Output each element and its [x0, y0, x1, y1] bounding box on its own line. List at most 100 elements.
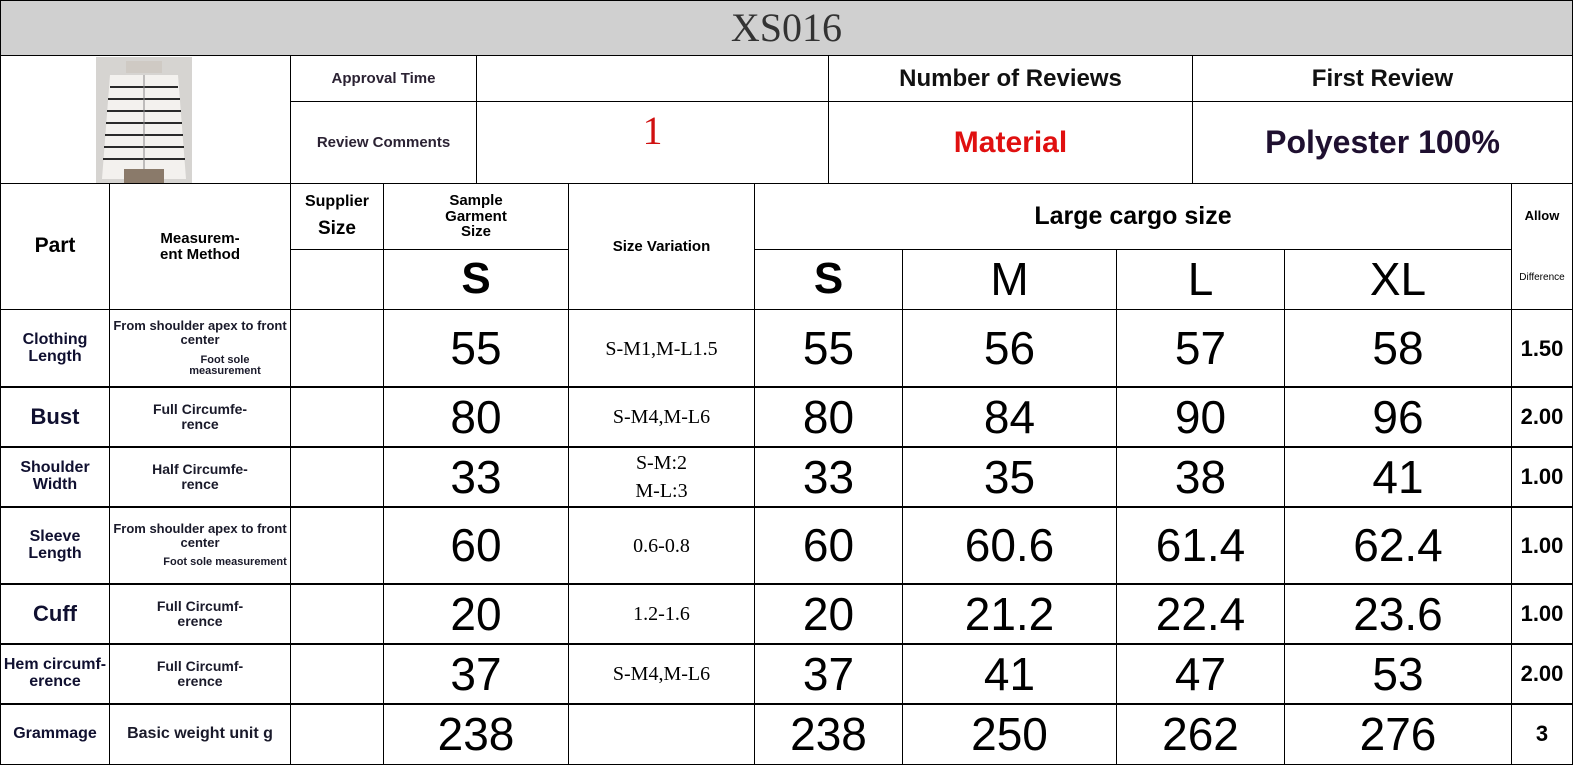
header-large-cargo-size: Large cargo size: [754, 183, 1512, 250]
header-supplier-size: Size: [317, 217, 357, 239]
row-value-s: 238: [754, 703, 903, 765]
row-supplier-size: [290, 506, 384, 585]
row-allow-difference: 1.00: [1511, 446, 1573, 508]
row-value-s: 80: [754, 386, 903, 448]
row-value-s: 33: [754, 446, 903, 508]
row-size-variation: S-M4,M-L6: [568, 386, 755, 448]
row-value-sample: 238: [383, 703, 569, 765]
row-method: From shoulder apex to front center Foot s…: [109, 506, 291, 585]
row-value-l: 262: [1116, 703, 1285, 765]
row-value-l: 38: [1116, 446, 1285, 508]
row-value-s: 37: [754, 643, 903, 705]
row-value-xl: 62.4: [1284, 506, 1512, 585]
first-review-label: First Review: [1192, 55, 1573, 102]
row-part: Grammage: [0, 703, 110, 765]
row-method-note: Foot sole measurement: [163, 556, 287, 569]
header-size-s: S: [754, 249, 903, 310]
row-part: Cuff: [0, 583, 110, 645]
product-photo: [96, 57, 192, 183]
row-value-sample: 60: [383, 506, 569, 585]
row-method-note: Foot sole measurement: [189, 353, 261, 378]
row-value-xl: 53: [1284, 643, 1512, 705]
row-value-m: 84: [902, 386, 1117, 448]
sheet-title: XS016: [0, 0, 1573, 56]
row-allow-difference: 2.00: [1511, 643, 1573, 705]
row-allow-difference: 1.00: [1511, 583, 1573, 645]
row-allow-difference: 1.50: [1511, 309, 1573, 388]
row-value-xl: 276: [1284, 703, 1512, 765]
review-comments-value: 1: [476, 101, 829, 184]
row-supplier-size: [290, 386, 384, 448]
row-method: Full Circumf- erence: [109, 643, 291, 705]
row-method: Basic weight unit g: [109, 703, 291, 765]
row-value-sample: 37: [383, 643, 569, 705]
row-value-m: 35: [902, 446, 1117, 508]
row-size-variation: 0.6-0.8: [568, 506, 755, 585]
row-value-m: 56: [902, 309, 1117, 388]
header-size-l: L: [1116, 249, 1285, 310]
row-supplier-size: [290, 703, 384, 765]
header-difference: Difference: [1519, 272, 1565, 284]
row-method-text: From shoulder apex to front center: [113, 521, 287, 550]
row-value-sample: 55: [383, 309, 569, 388]
row-value-xl: 58: [1284, 309, 1512, 388]
row-method-text: From shoulder apex to front center: [113, 318, 287, 347]
row-part: Sleeve Length: [0, 506, 110, 585]
row-size-variation: S-M4,M-L6: [568, 643, 755, 705]
row-size-variation: S-M1,M-L1.5: [568, 309, 755, 388]
row-part: Hem circumf- erence: [0, 643, 110, 705]
review-comments-label: Review Comments: [290, 101, 477, 184]
row-supplier-size: [290, 583, 384, 645]
row-value-sample: 33: [383, 446, 569, 508]
number-of-reviews-label: Number of Reviews: [828, 55, 1193, 102]
row-size-variation: 1.2-1.6: [568, 583, 755, 645]
header-part: Part: [0, 183, 110, 310]
row-supplier-size: [290, 643, 384, 705]
header-size-variation: Size Variation: [568, 183, 755, 310]
row-method: From shoulder apex to front center Foot s…: [109, 309, 291, 388]
approval-time-label: Approval Time: [290, 55, 477, 102]
row-value-s: 60: [754, 506, 903, 585]
row-method-text: Full Circumf- erence: [156, 598, 244, 629]
row-method-text: Full Circumf- erence: [156, 658, 244, 689]
product-photo-cell: [0, 55, 291, 184]
material-label: Material: [828, 101, 1193, 184]
row-value-l: 22.4: [1116, 583, 1285, 645]
row-method-text: Half Circumfe- rence: [152, 461, 248, 492]
row-value-l: 57: [1116, 309, 1285, 388]
row-allow-difference: 3: [1511, 703, 1573, 765]
row-value-l: 90: [1116, 386, 1285, 448]
row-value-s: 20: [754, 583, 903, 645]
row-method: Full Circumf- erence: [109, 583, 291, 645]
row-part: Clothing Length: [0, 309, 110, 388]
row-value-sample: 80: [383, 386, 569, 448]
material-value: Polyester 100%: [1192, 101, 1573, 184]
row-allow-difference: 2.00: [1511, 386, 1573, 448]
row-supplier-size: [290, 309, 384, 388]
row-value-l: 47: [1116, 643, 1285, 705]
row-method: Full Circumfe- rence: [109, 386, 291, 448]
row-supplier-size: [290, 446, 384, 508]
row-allow-difference: 1.00: [1511, 506, 1573, 585]
approval-time-value: [476, 55, 829, 102]
supplier-size-blank: [290, 249, 384, 310]
row-size-variation: S-M:2 M-L:3: [568, 446, 755, 508]
row-value-xl: 23.6: [1284, 583, 1512, 645]
header-supplier: Supplier: [304, 193, 369, 211]
row-method-text: Full Circumfe- rence: [152, 401, 248, 432]
row-value-sample: 20: [383, 583, 569, 645]
header-size-xl: XL: [1284, 249, 1512, 310]
row-part: Bust: [0, 386, 110, 448]
row-size-variation: [568, 703, 755, 765]
row-value-s: 55: [754, 309, 903, 388]
header-method: Measurem- ent Method: [109, 183, 291, 310]
row-method: Half Circumfe- rence: [109, 446, 291, 508]
header-size-m: M: [902, 249, 1117, 310]
row-value-xl: 41: [1284, 446, 1512, 508]
row-value-m: 21.2: [902, 583, 1117, 645]
row-value-m: 41: [902, 643, 1117, 705]
row-part: Shoulder Width: [0, 446, 110, 508]
row-value-l: 61.4: [1116, 506, 1285, 585]
row-value-xl: 96: [1284, 386, 1512, 448]
header-sample-garment: Sample Garment Size: [383, 183, 569, 250]
